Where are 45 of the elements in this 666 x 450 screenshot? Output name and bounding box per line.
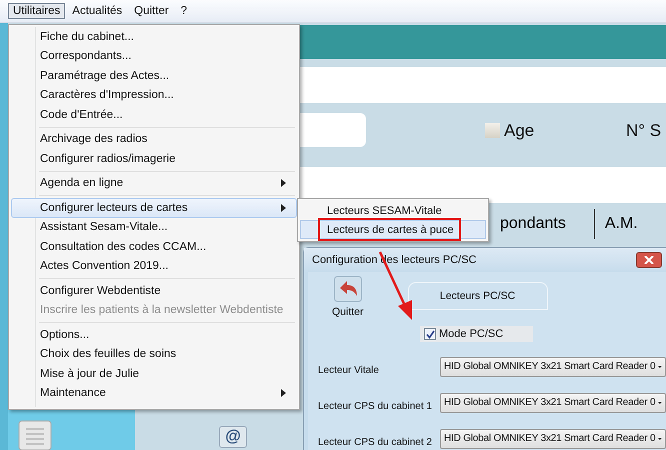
menu-item[interactable]: Choix des feuilles de soins [11, 344, 297, 364]
menu-item[interactable]: Configurer Webdentiste [11, 281, 297, 300]
menu-item[interactable]: Options... [11, 325, 297, 344]
close-button[interactable] [636, 252, 662, 268]
ssn-label: N° S [626, 121, 662, 141]
menu-item[interactable]: Consultation des codes CCAM... [11, 237, 297, 256]
menu-item[interactable]: Code d'Entrée... [11, 105, 297, 124]
submenu-arrow-icon [281, 179, 286, 188]
reader-dropdown[interactable]: HID Global OMNIKEY 3x21 Smart Card Reader 0 [440, 428, 666, 448]
caret-icon [658, 400, 662, 404]
reader-dropdown[interactable]: HID Global OMNIKEY 3x21 Smart Card Reader 0 [440, 356, 666, 376]
menu-bar-item[interactable]: Quitter [129, 3, 174, 19]
menu-item[interactable]: Agenda en ligne [11, 174, 297, 193]
menu-item[interactable]: Assistant Sesam-Vitale... [11, 218, 297, 237]
menu-item[interactable]: Lecteurs de cartes à puce [300, 220, 486, 239]
age-label: Age [504, 121, 534, 141]
menu-bar-item[interactable]: Actualités [67, 3, 128, 19]
quit-button[interactable]: Quitter [332, 276, 364, 318]
email-button[interactable]: @ [219, 426, 247, 448]
menu-item[interactable]: Fiche du cabinet... [11, 27, 297, 46]
menu-item[interactable]: Actes Convention 2019... [11, 256, 297, 276]
menu-bar-item[interactable]: Utilitaires [8, 3, 66, 19]
reader-label: Lecteur CPS du cabinet 2 [317, 436, 433, 448]
menu-item[interactable]: Archivage des radios [11, 130, 297, 149]
menu-item[interactable]: Configurer radios/imagerie [11, 149, 297, 168]
mode-checkbox[interactable]: Mode PC/SC [420, 326, 534, 342]
checkbox[interactable] [424, 328, 436, 340]
close-icon [644, 256, 654, 264]
submenu-arrow-icon [281, 389, 286, 398]
menu-bar-item[interactable]: ? [176, 3, 192, 19]
submenu-arrow-icon [281, 204, 286, 212]
menu-item[interactable]: Caractères d'Impression... [11, 86, 297, 105]
menu-item[interactable]: Lecteurs SESAM-Vitale [300, 201, 486, 220]
menu-item[interactable]: Mise à jour de Julie [11, 364, 297, 384]
caret-icon [658, 364, 662, 368]
menu-item[interactable]: Correspondants... [11, 46, 297, 66]
reader-label: Lecteur Vitale [317, 364, 380, 376]
menu-item[interactable]: Paramétrage des Actes... [11, 66, 297, 86]
reader-dropdown[interactable]: HID Global OMNIKEY 3x21 Smart Card Reader 0 [440, 392, 666, 412]
menu-item[interactable]: Configurer lecteurs de cartes [11, 198, 297, 218]
document-icon[interactable] [18, 420, 52, 450]
reader-label: Lecteur CPS du cabinet 1 [317, 400, 433, 412]
caret-icon [658, 436, 662, 440]
age-checkbox[interactable] [485, 123, 500, 138]
menu-item[interactable]: Maintenance [11, 384, 297, 403]
